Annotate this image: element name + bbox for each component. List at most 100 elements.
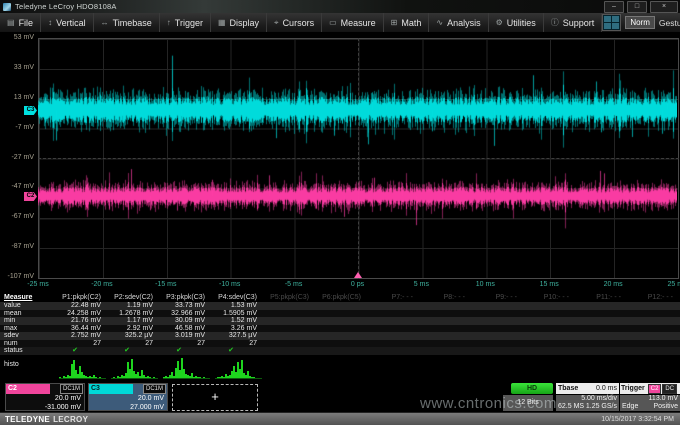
gesture-label: Gesture xyxy=(659,18,680,28)
hd-mode-button[interactable]: HD xyxy=(511,383,553,394)
teledyne-lecroy-brand: TELEDYNELECROY xyxy=(5,415,88,424)
measure-column-header[interactable]: P2:sdev(C2) xyxy=(108,293,160,302)
menu-item-support[interactable]: ⓘSupport xyxy=(544,13,603,32)
volt-tick-label: 13 mV xyxy=(0,94,34,101)
histo-bar xyxy=(153,377,155,378)
menu-item-vertical[interactable]: ↕ Vertical xyxy=(41,13,94,32)
menu-item-label: Timebase xyxy=(113,18,152,28)
status-check-icon: ✔ xyxy=(108,347,160,355)
measure-column-header[interactable]: P4:sdev(C3) xyxy=(212,293,264,302)
measure-value-cell xyxy=(524,302,576,310)
menu-item-utilities[interactable]: ⚙Utilities xyxy=(489,13,544,32)
time-tick-label: 20 ms xyxy=(593,281,633,288)
measure-column-header[interactable]: P5:pkpk(C3) xyxy=(264,293,316,302)
menu-item-label: Trigger xyxy=(175,18,203,28)
measure-table[interactable]: MeasureP1:pkpk(C2)P2:sdev(C2)P3:pkpk(C3)… xyxy=(0,293,680,382)
datetime-display: 10/15/2017 3:32:54 PM xyxy=(601,416,674,423)
c3-offset: 27.000 mV xyxy=(89,403,167,412)
measure-value-cell: 1.53 mV xyxy=(212,302,264,310)
histicon-p3[interactable] xyxy=(163,356,210,379)
measure-column-header[interactable]: P1:pkpk(C2) xyxy=(56,293,108,302)
histicon-p2[interactable] xyxy=(111,356,158,379)
measure-value-cell: 27 xyxy=(212,340,264,348)
measure-value-cell xyxy=(472,332,524,340)
brand-teledyne: TELEDYNE xyxy=(5,415,50,424)
trigger-position-marker[interactable] xyxy=(354,272,362,278)
add-trace-button[interactable]: + xyxy=(172,384,258,411)
time-tick-label: -25 ms xyxy=(18,281,58,288)
measure-value-cell xyxy=(472,310,524,318)
measure-value-cell: 1.5905 mV xyxy=(212,310,264,318)
timebase-details[interactable]: 5.00 ms/div 62.5 MS 1.25 GS/s xyxy=(556,395,619,411)
menu-item-cursors[interactable]: ⌖Cursors xyxy=(267,13,322,32)
time-tick-label: -15 ms xyxy=(146,281,186,288)
measure-value-cell xyxy=(316,340,368,348)
tbase-label: Tbase xyxy=(558,385,578,392)
minimize-button[interactable]: – xyxy=(604,1,624,13)
measure-rows: MeasureP1:pkpk(C2)P2:sdev(C2)P3:pkpk(C3)… xyxy=(0,293,680,355)
measure-row-label: min xyxy=(0,317,56,325)
resolution-badge: 12 Bits xyxy=(503,395,553,411)
measure-column-header[interactable]: P3:pkpk(C3) xyxy=(160,293,212,302)
grid-layout-icon[interactable] xyxy=(602,14,621,31)
menu-item-analysis[interactable]: ∿ Analysis xyxy=(429,13,488,32)
histicon-p1[interactable] xyxy=(59,356,106,379)
measure-value-cell: 1.17 mV xyxy=(108,317,160,325)
volt-tick-label: -87 mV xyxy=(0,243,34,250)
menu-item-label: Vertical xyxy=(56,18,86,28)
timebase-descriptor[interactable]: Tbase 0.0 ms xyxy=(556,383,619,394)
menu-item-display[interactable]: ▦Display xyxy=(211,13,267,32)
measure-value-cell xyxy=(316,310,368,318)
measure-value-cell xyxy=(628,332,680,340)
trigger-slope: Positive xyxy=(653,403,678,411)
measure-value-cell xyxy=(420,317,472,325)
measure-column-header[interactable]: P10:- - - xyxy=(524,293,576,302)
measure-value-cell xyxy=(628,302,680,310)
menu-item-math[interactable]: ⊞Math xyxy=(384,13,430,32)
measure-value-cell xyxy=(420,302,472,310)
measure-value-cell xyxy=(628,325,680,333)
measure-value-cell xyxy=(524,340,576,348)
status-strip: TELEDYNELECROY 10/15/2017 3:32:54 PM xyxy=(0,412,680,425)
channel-marker-c2[interactable]: C2 xyxy=(24,192,37,201)
c2-label: C2 xyxy=(6,384,50,394)
menu-item-label: Analysis xyxy=(447,18,481,28)
menu-item-file[interactable]: ▤File xyxy=(0,13,41,32)
close-button[interactable]: × xyxy=(650,1,678,13)
measure-value-cell xyxy=(420,332,472,340)
vertical-icon: ↕ xyxy=(48,18,52,27)
histicon-p4[interactable] xyxy=(215,356,262,379)
measure-column-header[interactable]: P12:- - - xyxy=(628,293,680,302)
histo-bar xyxy=(253,377,255,378)
measure-column-header[interactable]: P7:- - - xyxy=(368,293,420,302)
menu-item-measure[interactable]: ▭Measure xyxy=(322,13,384,32)
menu-item-trigger[interactable]: ↑Trigger xyxy=(160,13,211,32)
trigger-descriptor[interactable]: Trigger C2 DC xyxy=(620,383,680,394)
waveform-display[interactable]: 53 mV33 mV13 mV-7 mV-27 mV-47 mV-67 mV-8… xyxy=(0,32,680,293)
math-icon: ⊞ xyxy=(391,18,398,27)
measure-column-header[interactable]: P11:- - - xyxy=(576,293,628,302)
measure-column-header[interactable]: P8:- - - xyxy=(420,293,472,302)
norm-button[interactable]: Norm xyxy=(625,16,655,29)
measure-column-header[interactable]: P9:- - - xyxy=(472,293,524,302)
analysis-icon: ∿ xyxy=(436,18,443,27)
measure-column-header[interactable]: P6:pkpk(C5) xyxy=(316,293,368,302)
display-icon: ▦ xyxy=(218,18,226,27)
maximize-button[interactable]: □ xyxy=(627,1,647,13)
measure-value-cell xyxy=(316,325,368,333)
c3-label: C3 xyxy=(89,384,133,394)
menu-bar-right: Norm Gesture Undo↶ xyxy=(602,14,680,31)
measure-row-value: value22.48 mV1.19 mV33.73 mV1.53 mV xyxy=(0,302,680,310)
channel-marker-c3[interactable]: C3 xyxy=(24,106,37,115)
measure-value-cell xyxy=(576,340,628,348)
channel-c3-descriptor[interactable]: C3 DC1M 20.0 mV 27.000 mV xyxy=(88,383,168,411)
channel-c2-descriptor[interactable]: C2 DC1M 20.0 mV -31.000 mV xyxy=(5,383,85,411)
menu-item-label: File xyxy=(19,18,34,28)
measure-value-cell: 46.58 mV xyxy=(160,325,212,333)
trigger-details[interactable]: 113.0 mV Edge Positive xyxy=(620,395,680,411)
menu-item-timebase[interactable]: ↔Timebase xyxy=(94,13,160,32)
measure-value-cell: 2.92 mV xyxy=(108,325,160,333)
trigger-label: Trigger xyxy=(621,385,645,392)
measure-value-cell xyxy=(576,332,628,340)
measure-value-cell: 1.2678 mV xyxy=(108,310,160,318)
